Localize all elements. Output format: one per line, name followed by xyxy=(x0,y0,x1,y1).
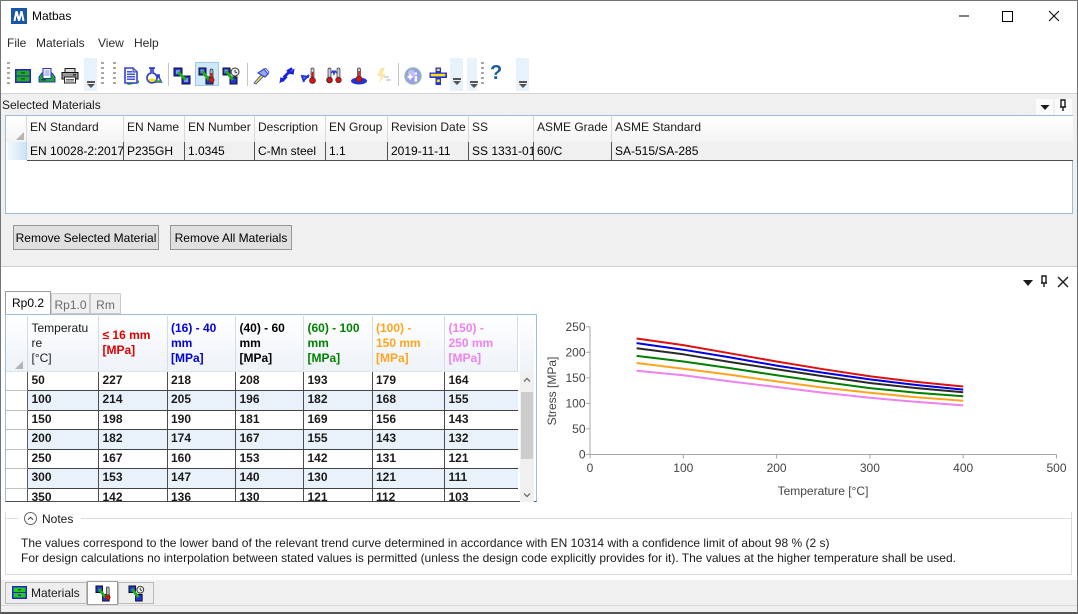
svg-text:50: 50 xyxy=(572,422,586,436)
svg-text:Stress [MPa]: Stress [MPa] xyxy=(545,357,559,426)
svg-text:0: 0 xyxy=(579,448,586,462)
svg-text:100: 100 xyxy=(673,461,693,475)
svg-text:150: 150 xyxy=(565,371,585,385)
svg-text:Temperature [°C]: Temperature [°C] xyxy=(778,484,869,498)
svg-text:500: 500 xyxy=(1046,461,1066,475)
svg-text:0: 0 xyxy=(587,461,594,475)
svg-text:200: 200 xyxy=(565,346,585,360)
svg-text:400: 400 xyxy=(953,461,973,475)
svg-text:100: 100 xyxy=(565,397,585,411)
svg-text:300: 300 xyxy=(860,461,880,475)
svg-text:200: 200 xyxy=(767,461,787,475)
svg-text:250: 250 xyxy=(565,320,585,334)
